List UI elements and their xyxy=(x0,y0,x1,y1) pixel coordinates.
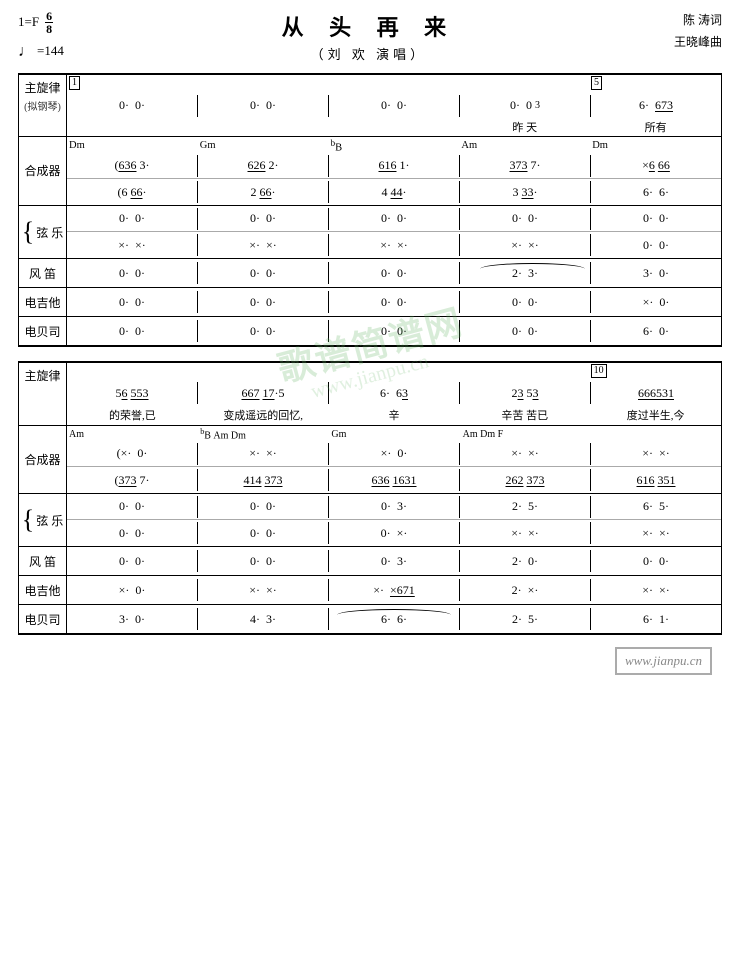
composer-credit: 王晓峰曲 xyxy=(674,32,722,54)
section-2: 主旋律 10 5 6 xyxy=(18,361,722,635)
bass-label-2: 电贝司 xyxy=(19,605,67,633)
footer-logo: www.jianpu.cn xyxy=(615,647,712,675)
footer: www.jianpu.cn xyxy=(18,647,722,675)
melody-content-2: 10 5 6 553 667 17 ·5 xyxy=(67,363,721,425)
header: 1=F 6 8 ♩ =144 从 头 再 来 （刘 欢 演唱） 陈 涛词 王晓峰… xyxy=(18,10,722,65)
melody-lyrics-1: 昨 天 所有 xyxy=(67,119,721,136)
guitar-row-2: 电吉他 ×· 0· ×· ×· ×· ×671 2· ×· ×· ×· xyxy=(18,576,722,605)
bass-content-1: 0· 0· 0· 0· 0· 0· 0· 0· 6· 0· xyxy=(67,317,721,345)
key-label: 1=F xyxy=(18,12,39,33)
flute-row-1: 风 笛 0· 0· 0· 0· 0· 0· 2· 3· 3· 0· xyxy=(18,259,722,288)
strings-row-1: { 弦 乐 0· 0· 0· 0· 0· 0· 0· 0· 0· 0· ×· ×… xyxy=(18,206,722,259)
synth-content-2: Am bB Am Dm Gm Am Dm F (×· 0· ×· ×· ×· 0… xyxy=(67,426,721,493)
melody-content-1: 1 5 0· 0· 0· 0· 0· 0· 0· 0 3 xyxy=(67,75,721,136)
synth-row-1: 合成器 Dm Gm bB Am Dm ( 636 3· xyxy=(18,137,722,207)
section-gap xyxy=(18,347,722,361)
flute-content-1: 0· 0· 0· 0· 0· 0· 2· 3· 3· 0· xyxy=(67,259,721,287)
flute-row-2: 风 笛 0· 0· 0· 0· 0· 3· 2· 0· 0· 0· xyxy=(18,547,722,576)
melody-lyrics-2: 的荣誉,已 变成遥远的回忆, 辛 辛苦 苦已 度过半生,今 xyxy=(67,407,721,425)
flute-label-1: 风 笛 xyxy=(19,259,67,287)
guitar-label-1: 电吉他 xyxy=(19,288,67,316)
melody-notes-2: 5 6 553 667 17 ·5 6· 6 3 xyxy=(67,379,721,407)
song-title: 从 头 再 来 xyxy=(64,10,674,42)
strings-label-1: { 弦 乐 xyxy=(19,206,67,258)
synth-line2-1: (6 66 · 2 66 · 4 44 · 3 xyxy=(67,179,721,205)
tempo-note-symbol: ♩ xyxy=(18,39,34,65)
strings-lower-1: ×· ×· ×· ×· ×· ×· ×· ×· 0· 0· xyxy=(67,232,721,258)
bass-row-1: 电贝司 0· 0· 0· 0· 0· 0· 0· 0· 6· 0· xyxy=(18,317,722,347)
guitar-label-2: 电吉他 xyxy=(19,576,67,604)
meter: 6 8 xyxy=(45,10,53,35)
synth-content-1: Dm Gm bB Am Dm ( 636 3· 626 2· xyxy=(67,137,721,206)
title-block: 从 头 再 来 （刘 欢 演唱） xyxy=(64,10,674,63)
melody-notes-1: 0· 0· 0· 0· 0· 0· 0· 0 3 6· 673 xyxy=(67,93,721,119)
strings-lower-2: 0· 0· 0· 0· 0· ×· ×· ×· ×· ×· xyxy=(67,520,721,546)
strings-upper-2: 0· 0· 0· 0· 0· 3· 2· 5· 6· 5· xyxy=(67,494,721,520)
synth-line1-1: ( 636 3· 626 2· 616 1· 373 7· xyxy=(67,153,721,179)
strings-content-2: 0· 0· 0· 0· 0· 3· 2· 5· 6· 5· 0· 0· 0· 0… xyxy=(67,494,721,546)
guitar-content-2: ×· 0· ×· ×· ×· ×671 2· ×· ×· ×· xyxy=(67,576,721,604)
synth-chords-2: Am bB Am Dm Gm Am Dm F xyxy=(67,426,721,441)
synth-line2-2: ( 373 7· 414 373 636 1631 xyxy=(67,467,721,493)
synth-row-2: 合成器 Am bB Am Dm Gm Am Dm F (×· 0· ×· ×· … xyxy=(18,426,722,494)
measure-numbers-1: 1 5 xyxy=(67,75,721,93)
bass-label-1: 电贝司 xyxy=(19,317,67,345)
key-info: 1=F 6 8 ♩ =144 xyxy=(18,10,64,65)
measure-numbers-2: 10 xyxy=(67,363,721,379)
bass-row-2: 电贝司 3· 0· 4· 3· 6· 6· 2· 5· 6· 1· xyxy=(18,605,722,635)
synth-label-1: 合成器 xyxy=(19,137,67,206)
section-1: 主旋律 (拟钢琴) 1 5 0· 0· xyxy=(18,73,722,348)
credits: 陈 涛词 王晓峰曲 xyxy=(674,10,722,53)
melody-label-1: 主旋律 (拟钢琴) xyxy=(19,75,67,136)
melody-label-2: 主旋律 xyxy=(19,363,67,425)
strings-content-1: 0· 0· 0· 0· 0· 0· 0· 0· 0· 0· ×· ×· ×· ×… xyxy=(67,206,721,258)
melody-row-1: 主旋律 (拟钢琴) 1 5 0· 0· xyxy=(18,75,722,137)
flute-content-2: 0· 0· 0· 0· 0· 3· 2· 0· 0· 0· xyxy=(67,547,721,575)
lyricist-credit: 陈 涛词 xyxy=(674,10,722,32)
synth-chords-1: Dm Gm bB Am Dm xyxy=(67,137,721,154)
synth-label-2: 合成器 xyxy=(19,426,67,493)
strings-row-2: { 弦 乐 0· 0· 0· 0· 0· 3· 2· 5· 6· 5· 0· 0… xyxy=(18,494,722,547)
synth-line1-2: (×· 0· ×· ×· ×· 0· ×· ×· ×· ×· xyxy=(67,441,721,467)
bass-content-2: 3· 0· 4· 3· 6· 6· 2· 5· 6· 1· xyxy=(67,605,721,633)
song-subtitle: （刘 欢 演唱） xyxy=(64,44,674,63)
melody-row-2: 主旋律 10 5 6 xyxy=(18,363,722,426)
guitar-row-1: 电吉他 0· 0· 0· 0· 0· 0· 0· 0· ×· 0· xyxy=(18,288,722,317)
guitar-content-1: 0· 0· 0· 0· 0· 0· 0· 0· ×· 0· xyxy=(67,288,721,316)
flute-label-2: 风 笛 xyxy=(19,547,67,575)
strings-upper-1: 0· 0· 0· 0· 0· 0· 0· 0· 0· 0· xyxy=(67,206,721,232)
strings-label-2: { 弦 乐 xyxy=(19,494,67,546)
tempo-value: =144 xyxy=(37,41,64,62)
